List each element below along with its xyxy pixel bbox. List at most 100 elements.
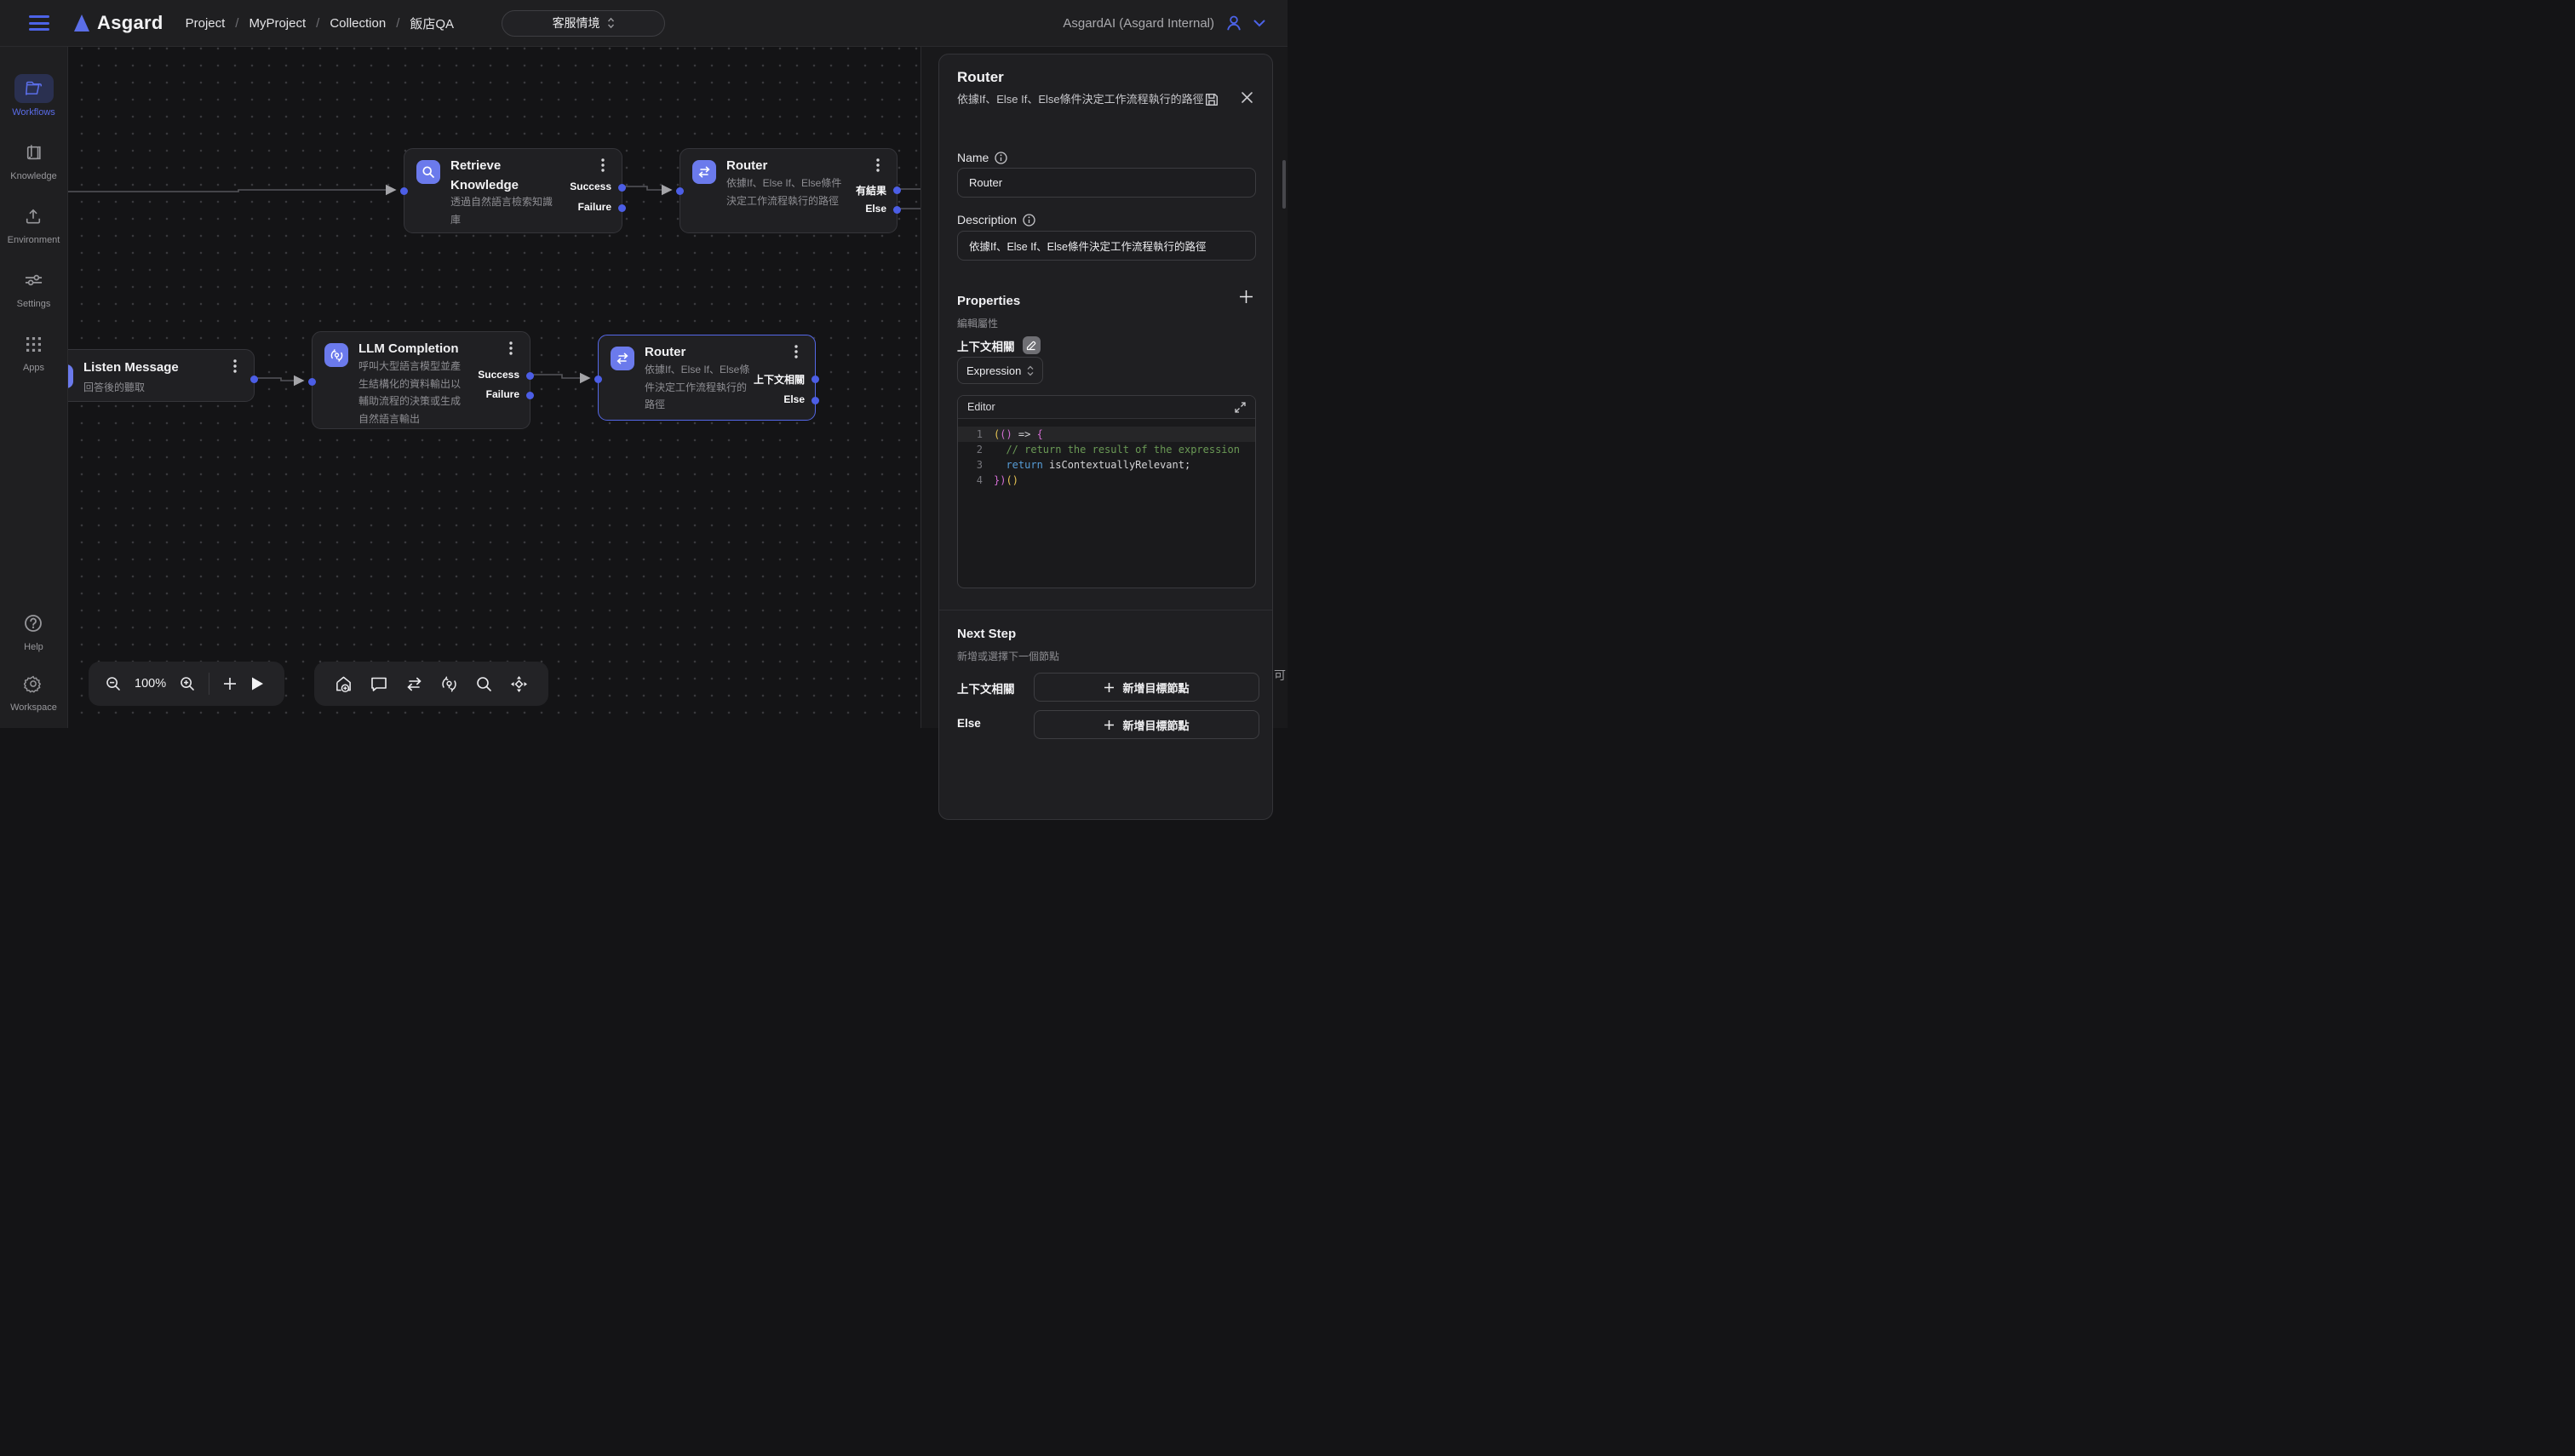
message-icon [68, 364, 73, 388]
expression-editor[interactable]: Editor 1(() => { 2 // return the result … [957, 395, 1256, 588]
output-port-dot[interactable] [893, 186, 901, 194]
expand-icon[interactable] [1235, 402, 1246, 413]
search-icon[interactable] [476, 676, 492, 692]
output-port-dot[interactable] [526, 392, 534, 399]
zoom-out-icon[interactable] [106, 676, 121, 691]
plus-icon [1104, 682, 1115, 693]
line-number: 1 [958, 427, 994, 442]
node-description: 依據If、Else If、Else條件決定工作流程執行的路徑 [645, 361, 750, 414]
panel-title: Router [957, 69, 1254, 86]
kebab-menu-icon[interactable] [794, 344, 808, 359]
kebab-menu-icon[interactable] [876, 158, 890, 173]
sidebar-item-knowledge[interactable]: Knowledge [10, 138, 56, 181]
edge-entry-to-retrieve [68, 190, 395, 192]
node-router-selected[interactable]: Router 依據If、Else If、Else條件決定工作流程執行的路徑 上下… [598, 335, 816, 421]
upload-icon [25, 208, 42, 225]
user-icon[interactable] [1224, 14, 1243, 32]
code-area[interactable]: 1(() => { 2 // return the result of the … [958, 419, 1255, 588]
add-target-node-button[interactable]: 新增目標節點 [1034, 710, 1259, 739]
sidebar-item-environment[interactable]: Environment [8, 202, 60, 245]
canvas-zoom-toolbar: 100% [89, 662, 284, 706]
swap-arrows-icon[interactable] [405, 677, 423, 691]
asgard-triangle-icon [72, 14, 90, 32]
environment-selector[interactable]: 客服情境 [502, 10, 665, 37]
move-icon[interactable] [510, 675, 528, 693]
node-listen-message[interactable]: Listen Message 回答後的聽取 [68, 349, 255, 402]
name-input[interactable] [957, 168, 1256, 198]
panel-subtitle: 依據If、Else If、Else條件決定工作流程執行的路徑 [957, 91, 1213, 107]
kebab-menu-icon[interactable] [601, 158, 615, 173]
port-has-result[interactable]: 有結果 [856, 183, 886, 198]
node-description: 呼叫大型語言模型並產生結構化的資料輸出以輔助流程的決策或生成自然語言輸出 [358, 358, 466, 427]
comment-icon[interactable] [370, 676, 387, 692]
save-icon[interactable] [1204, 92, 1219, 107]
node-detail-panel: Router 依據If、Else If、Else條件決定工作流程執行的路徑 Na… [938, 54, 1273, 820]
kebab-menu-icon[interactable] [233, 358, 247, 374]
description-input[interactable] [957, 231, 1256, 261]
play-icon[interactable] [250, 676, 264, 691]
property-type-select[interactable]: Expression [957, 357, 1043, 384]
sidebar-item-label: Workspace [10, 702, 57, 713]
breadcrumb-current[interactable]: 飯店QA [410, 14, 454, 32]
sliders-icon [25, 272, 43, 288]
line-number: 2 [958, 442, 994, 457]
node-title: LLM Completion [358, 339, 458, 358]
close-icon[interactable] [1241, 91, 1253, 104]
edit-property-icon[interactable] [1023, 336, 1041, 354]
zoom-level: 100% [135, 677, 166, 691]
sidebar-item-workflows[interactable]: Workflows [12, 74, 55, 118]
sidebar-item-label: Help [24, 642, 43, 652]
add-target-node-button[interactable]: 新增目標節點 [1034, 673, 1259, 702]
sidebar-item-apps[interactable]: Apps [14, 330, 54, 373]
add-node-button[interactable] [223, 677, 237, 691]
input-port-dot[interactable] [594, 375, 602, 383]
node-llm-completion[interactable]: LLM Completion 呼叫大型語言模型並產生結構化的資料輸出以輔助流程的… [312, 331, 530, 429]
output-port-dot[interactable] [618, 184, 626, 192]
sidebar-item-workspace[interactable]: Workspace [10, 669, 57, 713]
output-port-dot[interactable] [618, 204, 626, 212]
panel-scrollbar[interactable] [1282, 160, 1286, 209]
home-add-icon[interactable] [335, 675, 353, 693]
port-success[interactable]: Success [570, 181, 611, 192]
node-title: Retrieve Knowledge [450, 156, 565, 195]
gear-icon [24, 674, 43, 693]
node-router-top[interactable]: Router 依據If、Else If、Else條件決定工作流程執行的路徑 有結… [680, 148, 898, 233]
input-port-dot[interactable] [308, 378, 316, 386]
description-field-label: Description [957, 213, 1035, 226]
account-menu[interactable]: AsgardAI (Asgard Internal) [1063, 14, 1265, 32]
llm-refresh-bulb-icon[interactable] [440, 675, 458, 693]
sidebar-item-help[interactable]: Help [14, 609, 53, 652]
breadcrumb-project[interactable]: Project [186, 16, 226, 31]
output-port-dot[interactable] [811, 375, 819, 383]
swap-arrows-icon [692, 160, 716, 184]
chevron-down-icon[interactable] [1253, 20, 1265, 27]
port-failure[interactable]: Failure [486, 388, 519, 400]
breadcrumb-myproject[interactable]: MyProject [249, 16, 306, 31]
zoom-in-icon[interactable] [180, 676, 195, 691]
add-property-icon[interactable] [1239, 289, 1253, 304]
search-icon [416, 160, 440, 184]
edge-llm-success-to-router [530, 375, 589, 378]
sidebar-item-settings[interactable]: Settings [14, 266, 54, 309]
account-name: AsgardAI (Asgard Internal) [1063, 16, 1214, 31]
breadcrumb-collection[interactable]: Collection [330, 16, 386, 31]
port-success[interactable]: Success [478, 369, 519, 381]
output-port-dot[interactable] [250, 375, 258, 383]
output-port-dot[interactable] [893, 206, 901, 214]
input-port-dot[interactable] [400, 187, 408, 195]
port-failure[interactable]: Failure [578, 201, 611, 213]
output-port-dot[interactable] [526, 372, 534, 380]
app-header: Asgard Project / MyProject / Collection … [0, 0, 1288, 47]
output-port-dot[interactable] [811, 397, 819, 404]
port-contextually-relevant[interactable]: 上下文相關 [754, 372, 805, 387]
info-icon[interactable] [1023, 214, 1035, 226]
node-retrieve-knowledge[interactable]: Retrieve Knowledge 透過自然語言檢索知識庫 Success F… [404, 148, 622, 233]
input-port-dot[interactable] [676, 187, 684, 195]
kebab-menu-icon[interactable] [509, 341, 523, 356]
port-else[interactable]: Else [783, 393, 805, 405]
breadcrumb-separator: / [396, 16, 399, 31]
hamburger-menu-icon[interactable] [29, 15, 49, 31]
info-icon[interactable] [995, 152, 1007, 164]
port-else[interactable]: Else [865, 203, 886, 215]
sidebar-item-label: Workflows [12, 107, 55, 118]
